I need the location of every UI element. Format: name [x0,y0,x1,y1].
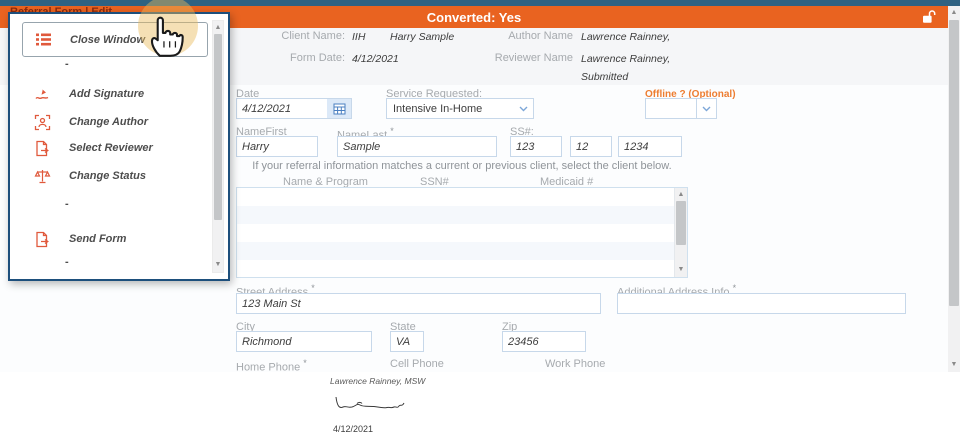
calendar-icon[interactable] [327,99,351,118]
menu-separator: - [65,256,69,268]
client-match-list[interactable]: ▲ ▼ [236,187,688,278]
reviewer-status: Submitted [581,71,628,83]
scroll-down-arrow[interactable]: ▼ [948,360,960,370]
date-field [236,98,352,119]
signature-date: 4/12/2021 [333,424,373,434]
required-asterisk: * [390,126,394,136]
form-date-label: Form Date: [250,52,345,64]
reviewer-name-value: Lawrence Rainney, [581,53,670,65]
menu-item-label: Change Author [69,116,148,128]
menu-separator: - [65,58,69,70]
home-phone-label: Home Phone * [236,358,307,374]
menu-item-select-reviewer[interactable]: Select Reviewer [22,136,208,160]
menu-scrollbar-thumb[interactable] [214,34,222,220]
required-asterisk: * [303,358,307,368]
form-date-value: 4/12/2021 [352,53,399,65]
signer-name: Lawrence Rainney, MSW [330,376,425,386]
menu-scrollbar[interactable]: ▲ ▼ [212,20,224,273]
change-author-icon [34,114,52,131]
reviewer-name-label: Reviewer Name [470,52,573,64]
menu-separator: - [65,198,69,210]
hand-cursor-icon [140,10,190,65]
required-asterisk: * [311,283,315,293]
chevron-down-icon [513,106,533,112]
scroll-up-arrow[interactable]: ▲ [948,8,960,18]
chevron-down-icon [696,99,716,118]
name-first-input[interactable] [236,136,318,157]
menu-item-label: Select Reviewer [69,142,153,154]
main-scrollbar-thumb[interactable] [949,20,959,306]
menu-item-change-status[interactable]: Change Status [22,164,208,188]
street-address-input[interactable] [236,293,601,314]
list-scrollbar[interactable]: ▲ ▼ [674,188,687,277]
author-name-value: Lawrence Rainney, [581,31,670,43]
signature-icon [34,86,52,103]
menu-item-change-author[interactable]: Change Author [22,110,208,134]
menu-item-label: Close Window [70,34,145,46]
list-scroll-up-arrow[interactable]: ▲ [675,190,687,200]
client-name-label: Client Name: [250,30,345,42]
list-scroll-down-arrow[interactable]: ▼ [675,265,687,275]
client-program-value: IIH [352,31,365,43]
ssn-part3-input[interactable] [618,136,682,157]
menu-item-send-form[interactable]: Send Form [22,227,208,251]
list-scrollbar-thumb[interactable] [676,201,686,245]
client-name-value: Harry Sample [390,31,454,43]
additional-address-input[interactable] [617,293,906,314]
menu-item-label: Change Status [69,170,146,182]
state-input[interactable] [390,331,424,352]
ssn-part1-input[interactable] [510,136,562,157]
form-actions-menu: ▲ ▼ Close Window - Add Signat [8,12,230,281]
menu-scroll-up-arrow[interactable]: ▲ [213,23,223,33]
cell-phone-label: Cell Phone [390,358,444,370]
referral-form-window: Referral Form | Edit Converted: Yes ▲ ▼ … [0,0,960,443]
work-phone-label: Work Phone [545,358,605,370]
document-arrow-icon [34,140,52,157]
scales-icon [34,168,52,185]
ssn-part2-input[interactable] [570,136,612,157]
offline-select[interactable] [645,98,717,119]
service-requested-value: Intensive In-Home [387,103,513,115]
service-requested-select[interactable]: Intensive In-Home [386,98,534,119]
menu-item-add-signature[interactable]: Add Signature [22,82,208,106]
main-scrollbar[interactable]: ▲ ▼ [948,6,960,372]
name-last-input[interactable] [337,136,497,157]
menu-item-label: Send Form [69,233,126,245]
signature-image [333,394,415,423]
document-arrow-icon [34,231,52,248]
menu-item-label: Add Signature [69,88,144,100]
unlock-icon[interactable] [920,9,936,25]
zip-input[interactable] [502,331,586,352]
menu-scroll-down-arrow[interactable]: ▼ [213,260,223,270]
match-hint-text: If your referral information matches a c… [236,160,688,172]
list-icon [35,31,53,48]
city-input[interactable] [236,331,372,352]
author-name-label: Author Name [480,30,573,42]
required-asterisk: * [733,283,737,293]
